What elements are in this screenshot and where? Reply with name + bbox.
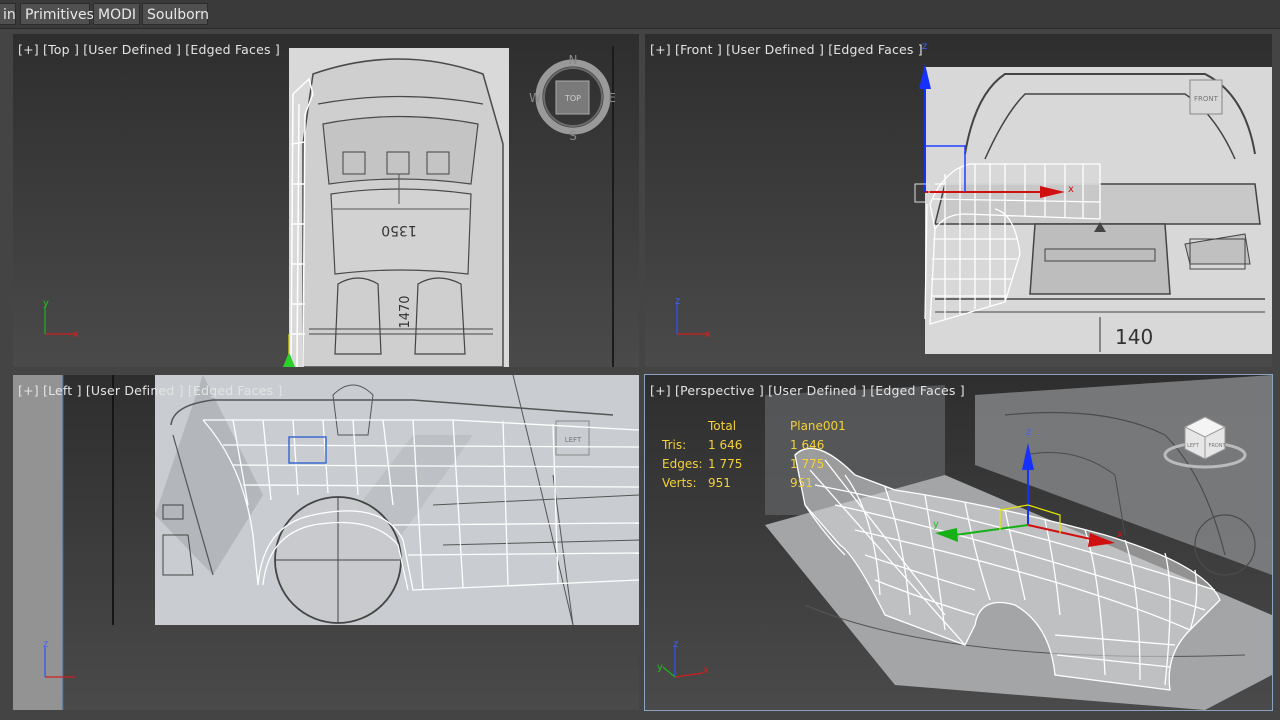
stats-object-verts: 951 [790,476,813,490]
viewcube-face-label[interactable]: FRONT [1194,95,1219,103]
viewport-perspective[interactable]: z x y LEFT FRONT x z y [+] [Perspective … [644,374,1273,711]
viewport-label-top[interactable]: [+] [Top ] [User Defined ] [Edged Faces … [18,42,280,57]
stats-total-tris: 1 646 [708,438,743,452]
svg-text:z: z [675,296,680,307]
stats-object-tris: 1 646 [790,438,825,452]
compass-s: S [569,129,577,143]
compass-e: E [608,91,616,105]
viewport-front[interactable]: 140 FRONT x z x z [+] [Front] [User Def… [645,34,1272,367]
tab-modi[interactable]: MODI [93,3,140,25]
tab-soulborn[interactable]: Soulborn [142,3,209,25]
compass-n: N [569,53,578,67]
stats-label-edges: Edges: [662,457,703,471]
stats-label-verts: Verts: [662,476,697,490]
compass-w: W [529,91,541,105]
stats-label-tris: Tris: [662,438,687,452]
viewport-label-front[interactable]: [+] [Front ] [User Defined ] [Edged Face… [650,42,923,57]
statistics-overlay: Total Plane001 Tris: 1 646 1 646 Edges: … [645,375,1272,710]
svg-text:y: y [43,298,49,309]
dimension-140: 140 [1115,325,1153,349]
stats-total-edges: 1 775 [708,457,743,471]
dimension-1470: 1470 [398,295,413,328]
svg-text:x: x [73,329,79,340]
svg-text:x: x [1068,184,1074,195]
left-blueprint: LEFT [155,375,639,626]
viewport-label-left[interactable]: [+] [Left ] [User Defined ] [Edged Faces… [18,383,283,398]
viewcube-face-label: TOP [564,94,581,103]
viewcube-face-label[interactable]: LEFT [565,436,582,444]
tab-main[interactable]: in [0,3,16,25]
top-blueprint: 1350 1470 [289,48,509,367]
viewport-top[interactable]: 1350 1470 TOP N S E W x y [+] [Top] [Us… [13,34,639,367]
command-tab-bar: in Primitives MODI Soulborn [0,0,1280,29]
svg-text:z: z [43,639,48,650]
svg-text:x: x [705,329,711,340]
front-blueprint: 140 FRONT [925,67,1272,354]
tab-primitives[interactable]: Primitives [20,3,94,25]
stats-col-object: Plane001 [790,419,846,433]
stats-total-verts: 951 [708,476,731,490]
stats-object-edges: 1 775 [790,457,825,471]
dimension-1350: 1350 [381,222,417,238]
viewport-left[interactable]: LEFT z [+] [Left ] [User Defined ] [Edge… [13,375,639,710]
stats-col-total: Total [708,419,737,433]
